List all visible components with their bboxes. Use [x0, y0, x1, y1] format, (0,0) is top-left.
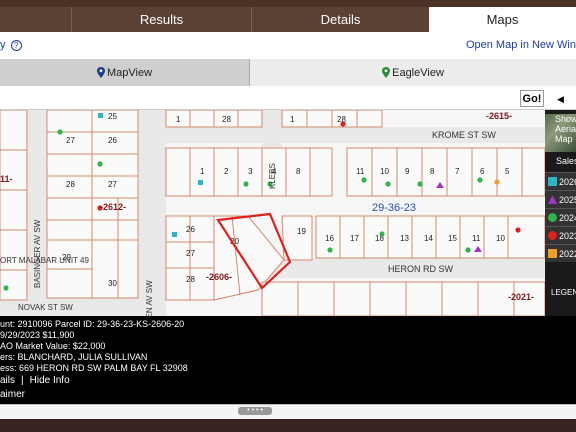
svg-text:1: 1: [200, 167, 205, 176]
footer-strip: [0, 419, 576, 432]
info-links: ails | Hide Info: [0, 375, 70, 386]
mapview-label: MapView: [106, 66, 153, 79]
svg-text:1: 1: [290, 115, 295, 124]
open-map-new-window-link[interactable]: Open Map in New Win: [466, 39, 576, 51]
svg-text:25: 25: [108, 112, 117, 121]
svg-text:10: 10: [496, 234, 505, 243]
label-section: 29-36-23: [372, 202, 416, 214]
map-area[interactable]: Go! ◀ 25 27 26 28 27 1 28 1 28 1 2 3 4 8…: [0, 86, 576, 316]
collapse-panel-icon[interactable]: ◀: [557, 94, 564, 105]
square-marker-icon: [548, 249, 557, 258]
sales-year-2024[interactable]: 2024: [545, 208, 576, 226]
help-icon[interactable]: ?: [10, 40, 22, 51]
map-search-bar: Go! ◀: [0, 86, 576, 110]
svg-text:16: 16: [325, 234, 334, 243]
label-basinger: BASINGER AV SW: [33, 219, 42, 288]
sales-year-2022[interactable]: 2022: [545, 244, 576, 262]
tab-details[interactable]: Details: [251, 7, 429, 32]
svg-text:13: 13: [400, 234, 409, 243]
svg-text:8: 8: [430, 167, 435, 176]
map-side-panel: Show Aerial Map Sales 2026 2025 2024 202…: [545, 110, 576, 316]
map-pin-icon: [96, 67, 105, 78]
eagleview-button[interactable]: EagleView: [250, 59, 576, 86]
label-klebs: KLEBS: [268, 163, 277, 189]
svg-text:28: 28: [186, 275, 195, 284]
hide-info-link[interactable]: Hide Info: [30, 375, 70, 386]
label-madden: MADDEN AV SW: [145, 280, 154, 316]
svg-text:17: 17: [350, 234, 359, 243]
svg-text:8: 8: [296, 167, 301, 176]
svg-text:3: 3: [248, 167, 253, 176]
label-heron: HERON RD SW: [388, 264, 454, 274]
svg-text:26: 26: [186, 225, 195, 234]
help-link[interactable]: y ?: [0, 39, 22, 51]
circle-marker-icon: [548, 213, 557, 222]
svg-text:10: 10: [380, 167, 389, 176]
sales-year-2025[interactable]: 2025: [545, 190, 576, 208]
svg-text:14: 14: [424, 234, 433, 243]
sales-year-2023[interactable]: 2023: [545, 226, 576, 244]
resize-bar: • • • •: [0, 404, 576, 419]
sales-label: Sales: [556, 156, 576, 166]
label-2606: -2606-: [206, 272, 232, 282]
eagleview-label: EagleView: [392, 66, 444, 79]
label-krome: KROME ST SW: [432, 130, 496, 140]
svg-text:27: 27: [186, 249, 195, 258]
market-value-line: AO Market Value: $22,000: [0, 341, 106, 351]
square-marker-icon: [548, 177, 557, 186]
go-button[interactable]: Go!: [520, 90, 544, 107]
label-2615: -2615-: [486, 111, 512, 121]
disclaimer-link[interactable]: aimer: [0, 389, 25, 400]
tab-results[interactable]: Results: [71, 7, 251, 32]
show-aerial-map-toggle[interactable]: Show Aerial Map: [555, 114, 576, 144]
svg-text:26: 26: [108, 136, 117, 145]
view-bar: MapView EagleView: [0, 59, 576, 86]
parcel-info-panel: unt: 2910096 Parcel ID: 29-36-23-KS-2606…: [0, 316, 576, 404]
label-unit: ORT MALABAR UNIT 49: [0, 256, 89, 265]
svg-text:28: 28: [66, 180, 75, 189]
parcel-map[interactable]: 2527 2628 27 1 28 1 28 12348 11 10 9 8 7 6 5 262728…: [0, 110, 545, 316]
owners-line: ers: BLANCHARD, JULIA SULLIVAN: [0, 352, 148, 362]
svg-text:27: 27: [108, 180, 117, 189]
legend-label[interactable]: LEGEN: [551, 288, 576, 297]
svg-text:15: 15: [448, 234, 457, 243]
eagle-pin-icon: [382, 67, 391, 78]
label-2021: -2021-: [508, 292, 534, 302]
account-parcel-line: unt: 2910096 Parcel ID: 29-36-23-KS-2606…: [0, 319, 185, 329]
tab-maps[interactable]: Maps: [429, 7, 576, 32]
sale-line: 9/29/2023 $11,900: [0, 330, 75, 340]
svg-text:7: 7: [455, 167, 460, 176]
tab-bar: Results Details Maps: [0, 7, 576, 32]
label-novak: NOVAK ST SW: [18, 303, 73, 312]
link-row: y ? Open Map in New Win: [0, 32, 576, 59]
resize-grip-handle[interactable]: • • • •: [238, 407, 272, 415]
svg-text:5: 5: [505, 167, 510, 176]
svg-text:6: 6: [480, 167, 485, 176]
svg-text:2: 2: [224, 167, 229, 176]
svg-text:28: 28: [222, 115, 231, 124]
svg-text:9: 9: [405, 167, 410, 176]
mapview-button[interactable]: MapView: [0, 59, 250, 86]
svg-text:11: 11: [472, 234, 481, 243]
svg-text:27: 27: [66, 136, 75, 145]
address-line: ess: 669 HERON RD SW PALM BAY FL 32908: [0, 363, 188, 373]
svg-text:1: 1: [176, 115, 181, 124]
sales-year-2026[interactable]: 2026: [545, 172, 576, 190]
svg-text:11: 11: [356, 167, 365, 176]
road-klebs: [262, 110, 282, 150]
top-strip: [0, 0, 576, 7]
circle-marker-icon: [548, 231, 557, 240]
svg-text:19: 19: [297, 227, 306, 236]
details-link[interactable]: ails: [0, 375, 15, 386]
label-2612: -2612-: [100, 202, 126, 212]
svg-text:30: 30: [108, 279, 117, 288]
triangle-marker-icon: [548, 195, 557, 204]
label-2611: 11-: [0, 174, 13, 184]
